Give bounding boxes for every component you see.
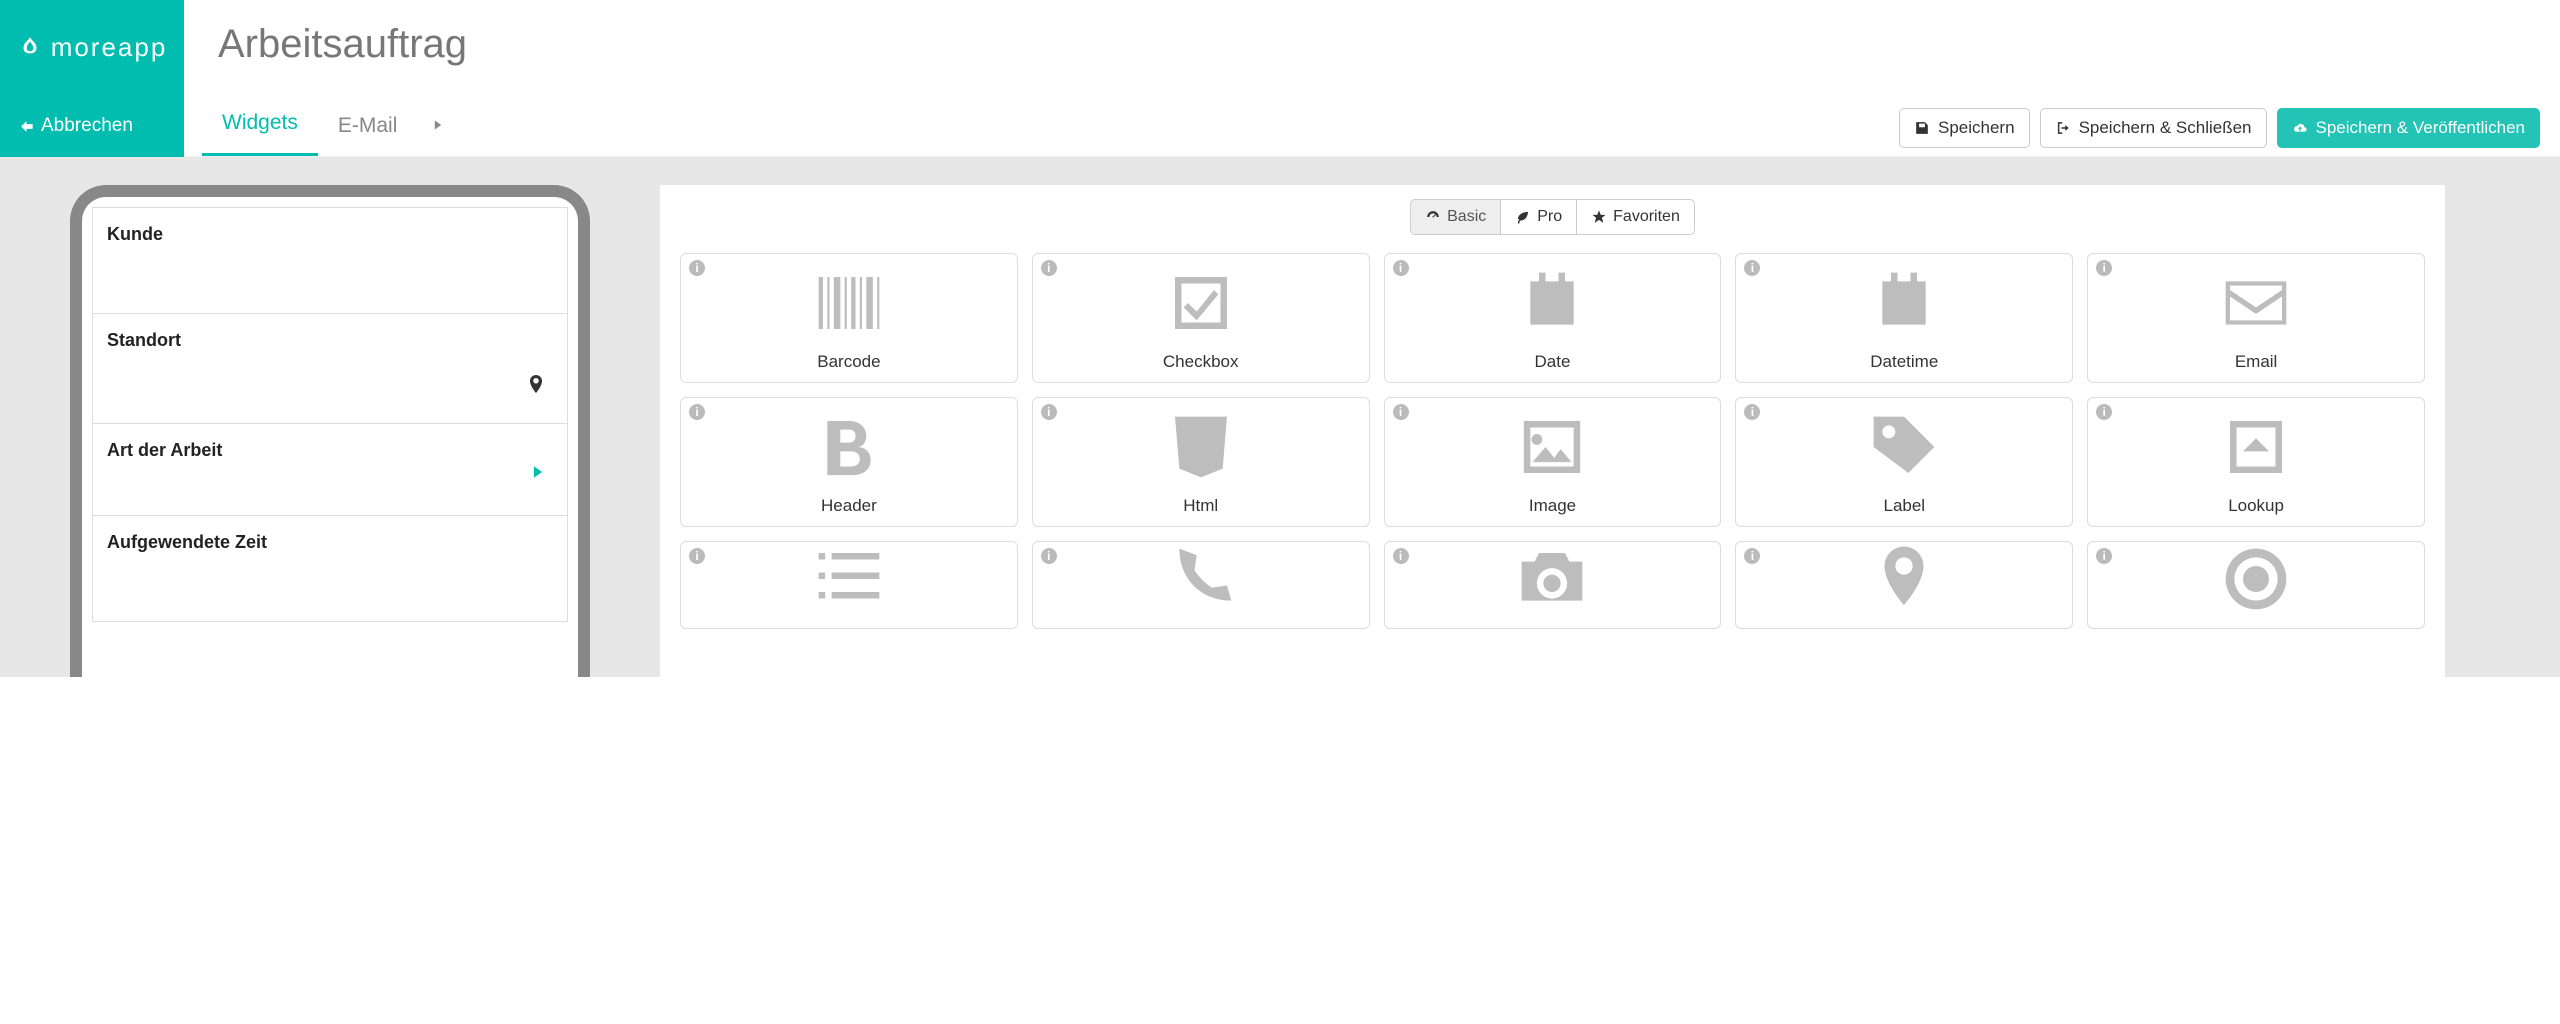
calendar-icon: [1513, 254, 1591, 352]
logout-icon: [2055, 120, 2071, 136]
page-title: Arbeitsauftrag: [218, 22, 2526, 67]
field-aufgewendete-zeit[interactable]: Aufgewendete Zeit: [92, 516, 568, 622]
save-publish-button[interactable]: Speichern & Veröffentlichen: [2277, 108, 2541, 148]
info-icon[interactable]: i: [1744, 548, 1760, 564]
cancel-button[interactable]: Abbrechen: [0, 95, 184, 157]
info-icon[interactable]: i: [689, 404, 705, 420]
location-pin-icon: [1865, 540, 1943, 618]
info-icon[interactable]: i: [2096, 548, 2112, 564]
cancel-label: Abbrechen: [41, 115, 133, 137]
arrow-left-icon: [18, 118, 35, 135]
info-icon[interactable]: i: [1744, 404, 1760, 420]
filter-favoriten[interactable]: Favoriten: [1577, 200, 1694, 234]
field-art-der-arbeit[interactable]: Art der Arbeit: [92, 424, 568, 516]
widget-image[interactable]: i Image: [1384, 397, 1722, 527]
dropdown-icon: [2217, 398, 2295, 496]
chevron-right-icon: [431, 118, 445, 132]
widget-header[interactable]: i Header: [680, 397, 1018, 527]
filter-basic[interactable]: Basic: [1411, 200, 1501, 234]
checkbox-icon: [1162, 254, 1240, 352]
chevron-right-icon: [529, 461, 547, 488]
info-icon[interactable]: i: [1393, 404, 1409, 420]
widget-barcode[interactable]: i Barcode: [680, 253, 1018, 383]
calendar-blank-icon: [1865, 254, 1943, 352]
info-icon[interactable]: i: [689, 260, 705, 276]
leaf-icon: [1515, 209, 1531, 225]
widget-date[interactable]: i Date: [1384, 253, 1722, 383]
bold-icon: [810, 398, 888, 496]
tab-widgets[interactable]: Widgets: [202, 93, 318, 156]
info-icon[interactable]: i: [1393, 548, 1409, 564]
camera-icon: [1513, 540, 1591, 618]
envelope-icon: [2217, 254, 2295, 352]
tab-next-button[interactable]: [417, 97, 459, 156]
save-button[interactable]: Speichern: [1899, 108, 2030, 148]
html5-icon: [1162, 398, 1240, 496]
form-preview: Kunde Standort Art der Arbeit Aufgewende…: [70, 185, 590, 677]
star-icon: [1591, 209, 1607, 225]
image-icon: [1513, 398, 1591, 496]
save-close-button[interactable]: Speichern & Schließen: [2040, 108, 2267, 148]
widget-checkbox[interactable]: i Checkbox: [1032, 253, 1370, 383]
widget-label[interactable]: i Label: [1735, 397, 2073, 527]
brand-name: moreapp: [51, 32, 168, 63]
widget-email[interactable]: i Email: [2087, 253, 2425, 383]
widget-photo[interactable]: i: [1384, 541, 1722, 629]
tab-email[interactable]: E-Mail: [318, 96, 418, 156]
field-kunde[interactable]: Kunde: [92, 207, 568, 314]
widget-datetime[interactable]: i Datetime: [1735, 253, 2073, 383]
widget-phone[interactable]: i: [1032, 541, 1370, 629]
save-icon: [1914, 120, 1930, 136]
info-icon[interactable]: i: [2096, 404, 2112, 420]
cloud-upload-icon: [2292, 120, 2308, 136]
filter-pro[interactable]: Pro: [1501, 200, 1577, 234]
info-icon[interactable]: i: [1041, 260, 1057, 276]
tag-icon: [1865, 398, 1943, 496]
widget-radio[interactable]: i: [2087, 541, 2425, 629]
info-icon[interactable]: i: [689, 548, 705, 564]
info-icon[interactable]: i: [1744, 260, 1760, 276]
barcode-icon: [810, 254, 888, 352]
widget-pin[interactable]: i: [1735, 541, 2073, 629]
info-icon[interactable]: i: [2096, 260, 2112, 276]
radio-icon: [2217, 540, 2295, 618]
leaf-icon: [17, 35, 43, 61]
widget-html[interactable]: i Html: [1032, 397, 1370, 527]
brand-logo[interactable]: moreapp: [0, 0, 184, 95]
phone-icon: [1162, 540, 1240, 618]
numbered-list-icon: [810, 540, 888, 618]
dashboard-icon: [1425, 209, 1441, 225]
widget-number[interactable]: i: [680, 541, 1018, 629]
location-pin-icon: [525, 369, 547, 404]
widget-palette: Basic Pro Favoriten i Barcode i: [660, 185, 2445, 677]
info-icon[interactable]: i: [1041, 404, 1057, 420]
widget-lookup[interactable]: i Lookup: [2087, 397, 2425, 527]
info-icon[interactable]: i: [1393, 260, 1409, 276]
info-icon[interactable]: i: [1041, 548, 1057, 564]
field-standort[interactable]: Standort: [92, 314, 568, 424]
